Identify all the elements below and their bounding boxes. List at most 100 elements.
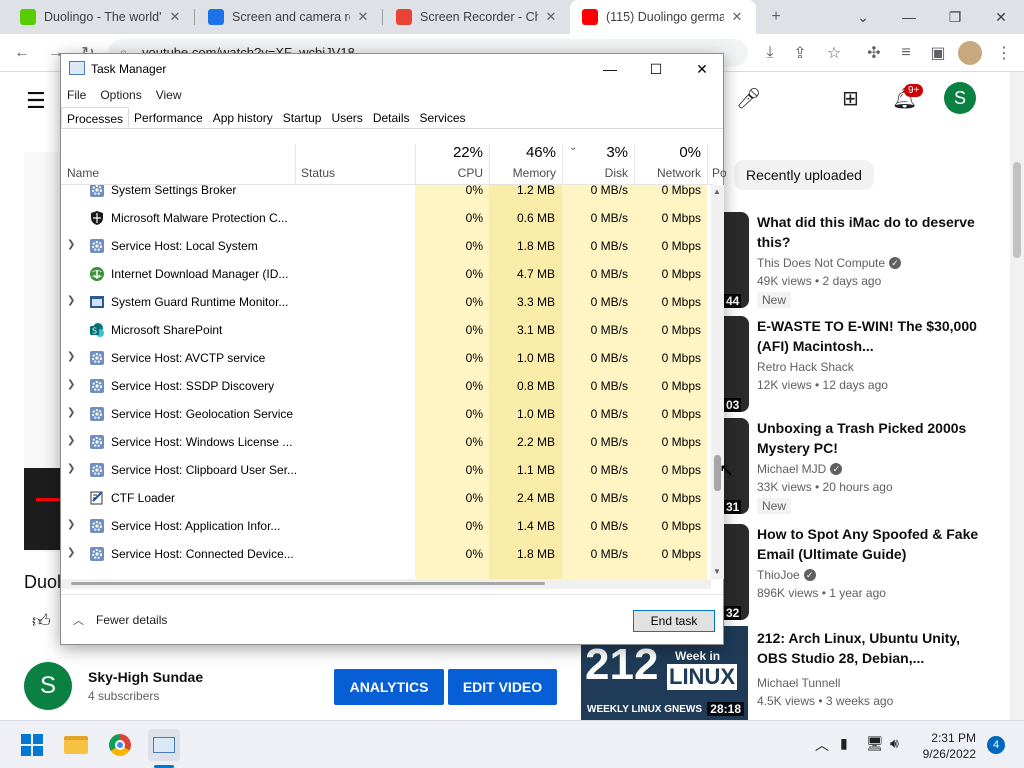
- process-list-vertical-scrollbar[interactable]: ▲ ▼: [711, 185, 724, 579]
- channel-avatar[interactable]: S: [24, 662, 72, 710]
- tm-tab-services[interactable]: Services: [415, 107, 471, 128]
- tab-close-icon[interactable]: ✕: [354, 8, 372, 26]
- video-channel[interactable]: Michael Tunnell: [757, 676, 840, 690]
- process-row[interactable]: Internet Download Manager (ID... 0% 4.7 MB…: [61, 260, 713, 288]
- col-disk[interactable]: 3% Disk: [562, 142, 634, 184]
- create-video-icon[interactable]: ⊞: [842, 86, 859, 111]
- video-title[interactable]: E-WASTE TO E-WIN! The $30,000 (AFI) Maci…: [757, 316, 982, 356]
- video-channel[interactable]: Retro Hack Shack: [757, 360, 854, 374]
- video-title[interactable]: How to Spot Any Spoofed & Fake Email (Ul…: [757, 524, 982, 564]
- network-icon[interactable]: 🖥︎: [866, 735, 884, 752]
- task-manager-taskbar-icon[interactable]: [148, 729, 180, 761]
- expand-chevron-icon[interactable]: ❯: [67, 295, 77, 306]
- fewer-details-toggle[interactable]: ︿ Fewer details: [73, 612, 167, 628]
- video-title[interactable]: Unboxing a Trash Picked 2000s Mystery PC…: [757, 418, 982, 458]
- video-thumbnail[interactable]: 32: [724, 524, 749, 620]
- process-row[interactable]: S Microsoft SharePoint 0% 3.1 MB 0 MB/s 0 Mbp…: [61, 316, 713, 344]
- close-icon[interactable]: ✕: [978, 0, 1024, 34]
- tm-minimize-icon[interactable]: —: [587, 54, 633, 84]
- tm-tab-app-history[interactable]: App history: [208, 107, 278, 128]
- process-row[interactable]: Microsoft Malware Protection C... 0% 0.6 M…: [61, 204, 713, 232]
- profile-avatar[interactable]: [958, 41, 982, 65]
- expand-chevron-icon[interactable]: ❯: [67, 463, 77, 474]
- browser-tab-3[interactable]: (115) Duolingo german ✕: [570, 0, 756, 34]
- menu-view[interactable]: View: [156, 84, 182, 106]
- expand-chevron-icon[interactable]: ❯: [67, 379, 77, 390]
- volume-icon[interactable]: 🔊︎: [890, 735, 899, 752]
- account-avatar[interactable]: S: [944, 82, 976, 114]
- col-memory[interactable]: 46% Memory: [489, 142, 562, 184]
- tab-close-icon[interactable]: ✕: [166, 8, 184, 26]
- tab-close-icon[interactable]: ✕: [542, 8, 560, 26]
- chrome-menu-icon[interactable]: ⋮: [992, 41, 1016, 65]
- like-icon[interactable]: 👍︎: [32, 610, 51, 632]
- restore-icon[interactable]: ❐: [932, 0, 978, 34]
- video-channel[interactable]: ThioJoe ✓: [757, 568, 816, 582]
- video-title[interactable]: 212: Arch Linux, Ubuntu Unity, OBS Studi…: [757, 628, 982, 668]
- expand-chevron-icon[interactable]: ❯: [67, 407, 77, 418]
- tray-app-icon[interactable]: ▮: [840, 735, 848, 752]
- tab-close-icon[interactable]: ✕: [728, 8, 746, 26]
- video-channel[interactable]: Michael MJD ✓: [757, 462, 843, 476]
- process-row[interactable]: ❯ Service Host: Clipboard User Ser... 0% 1.…: [61, 456, 713, 484]
- video-thumbnail[interactable]: 03: [724, 316, 749, 412]
- menu-options[interactable]: Options: [100, 84, 141, 106]
- browser-tab-1[interactable]: Screen and camera rec ✕: [196, 0, 382, 34]
- video-thumbnail[interactable]: 44: [724, 212, 749, 308]
- task-manager-titlebar[interactable]: Task Manager — ☐ ✕: [61, 54, 723, 84]
- process-row[interactable]: CTF Loader 0% 2.4 MB 0 MB/s 0 Mbps: [61, 484, 713, 512]
- expand-chevron-icon[interactable]: ❯: [67, 239, 77, 250]
- hamburger-menu-icon[interactable]: ☰: [26, 88, 46, 114]
- side-panel-icon[interactable]: ▣: [926, 41, 950, 65]
- expand-chevron-icon[interactable]: ❯: [67, 351, 77, 362]
- file-explorer-icon[interactable]: [60, 729, 92, 761]
- video-channel[interactable]: This Does Not Compute ✓: [757, 256, 902, 270]
- notification-count-badge[interactable]: 4: [987, 736, 1005, 754]
- video-title[interactable]: What did this iMac do to deserve this?: [757, 212, 982, 252]
- col-name[interactable]: Name: [67, 166, 99, 180]
- tm-tab-details[interactable]: Details: [368, 107, 415, 128]
- process-row[interactable]: ❯ Service Host: Connected Device... 0% 1.8 …: [61, 540, 713, 568]
- minimize-icon[interactable]: —: [886, 0, 932, 34]
- channel-name[interactable]: Sky-High Sundae: [88, 669, 203, 685]
- col-status[interactable]: Status: [301, 166, 335, 180]
- process-row[interactable]: ❯ Service Host: Local System 0% 1.8 MB 0 MB/…: [61, 232, 713, 260]
- back-icon[interactable]: ←: [10, 41, 34, 65]
- expand-chevron-icon[interactable]: ❯: [67, 519, 77, 530]
- video-player-frame[interactable]: [24, 468, 60, 550]
- show-hidden-icons-chevron-icon[interactable]: ︿: [815, 735, 829, 755]
- process-row[interactable]: ❯ Service Host: Application Infor... 0% 1.4…: [61, 512, 713, 540]
- process-row[interactable]: ❯ Service Host: Geolocation Service 0% 1.0 …: [61, 400, 713, 428]
- tm-tab-users[interactable]: Users: [326, 107, 367, 128]
- install-icon[interactable]: ⤓: [758, 41, 782, 65]
- new-tab-icon[interactable]: +: [764, 5, 788, 29]
- col-power[interactable]: Po: [712, 166, 726, 180]
- extensions-puzzle-icon[interactable]: ✣: [862, 41, 886, 65]
- page-scrollbar-thumb[interactable]: [1013, 162, 1021, 258]
- start-windows-icon[interactable]: [16, 729, 48, 761]
- process-row[interactable]: ❯ Service Host: Windows License ... 0% 2.2 …: [61, 428, 713, 456]
- progress-bar[interactable]: [36, 498, 60, 501]
- process-row[interactable]: System Settings Broker 0% 1.2 MB 0 MB/s 0 Mb…: [61, 185, 713, 204]
- scroll-down-icon[interactable]: ▼: [713, 567, 721, 576]
- process-row[interactable]: ❯ Service Host: AVCTP service 0% 1.0 MB 0 MB…: [61, 344, 713, 372]
- horizontal-scrollbar-thumb[interactable]: [71, 582, 545, 585]
- process-list-horizontal-scrollbar[interactable]: [61, 579, 711, 589]
- tm-tab-processes[interactable]: Processes: [61, 107, 130, 128]
- expand-chevron-icon[interactable]: ❯: [67, 547, 77, 558]
- chrome-icon[interactable]: [104, 729, 136, 761]
- browser-tab-0[interactable]: Duolingo - The world's ✕: [8, 0, 194, 34]
- expand-chevron-icon[interactable]: ❯: [67, 435, 77, 446]
- page-scrollbar[interactable]: [1010, 72, 1024, 720]
- scroll-up-icon[interactable]: ▲: [713, 187, 721, 196]
- col-network[interactable]: 0% Network: [634, 142, 707, 184]
- edit-video-button[interactable]: EDIT VIDEO: [448, 669, 557, 705]
- col-cpu[interactable]: 22% CPU: [415, 142, 489, 184]
- tm-tab-startup[interactable]: Startup: [278, 107, 327, 128]
- browser-tab-2[interactable]: Screen Recorder - Chro ✕: [384, 0, 570, 34]
- share-icon[interactable]: ⇪: [788, 41, 812, 65]
- process-row[interactable]: ❯ System Guard Runtime Monitor... 0% 3.3 MB…: [61, 288, 713, 316]
- tm-tab-performance[interactable]: Performance: [129, 107, 208, 128]
- end-task-button[interactable]: End task: [633, 610, 715, 632]
- tm-close-icon[interactable]: ✕: [679, 54, 725, 84]
